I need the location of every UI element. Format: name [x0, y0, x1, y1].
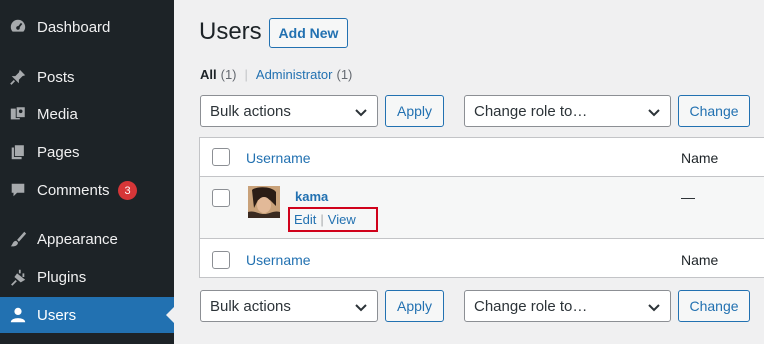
- bulk-actions-select-bottom[interactable]: Bulk actions: [200, 290, 378, 322]
- change-button-bottom[interactable]: Change: [678, 290, 750, 322]
- select-all-checkbox[interactable]: [212, 148, 230, 166]
- bulk-actions-select-top[interactable]: Bulk actions: [200, 95, 378, 127]
- sidebar-item-posts[interactable]: Posts: [0, 59, 174, 95]
- sidebar-item-label: Posts: [37, 68, 75, 86]
- sidebar-item-label: Comments: [37, 181, 110, 199]
- user-name-value: —: [681, 189, 695, 205]
- row-actions: Edit | View: [288, 207, 378, 232]
- comment-count-badge: 3: [118, 181, 137, 200]
- name-column-header: Name: [681, 150, 719, 166]
- bulk-actions-value: Bulk actions: [210, 102, 291, 120]
- row-actions-separator: |: [320, 212, 324, 227]
- dashboard-icon: [8, 17, 28, 37]
- page-title: Users: [199, 18, 262, 45]
- filter-administrator[interactable]: Administrator: [256, 67, 333, 82]
- bulk-actions-value: Bulk actions: [210, 297, 291, 315]
- sidebar-item-comments[interactable]: Comments 3: [0, 172, 174, 208]
- table-header: Username Name: [200, 138, 764, 177]
- sidebar-item-label: Users: [37, 306, 77, 324]
- change-role-value: Change role to…: [474, 297, 588, 315]
- username-column-footer[interactable]: Username: [246, 252, 311, 268]
- table-footer: Username Name: [200, 238, 764, 278]
- pin-icon: [8, 67, 28, 87]
- change-role-value: Change role to…: [474, 102, 588, 120]
- sidebar-item-label: Plugins: [37, 268, 87, 286]
- plugin-icon: [8, 267, 28, 287]
- sidebar-item-dashboard[interactable]: Dashboard: [0, 9, 174, 45]
- row-checkbox[interactable]: [212, 189, 230, 207]
- view-link[interactable]: View: [328, 212, 356, 227]
- brush-icon: [8, 229, 28, 249]
- sidebar-item-users[interactable]: Users: [0, 297, 174, 333]
- apply-button-top[interactable]: Apply: [385, 95, 444, 127]
- table-row: kama Edit | View —: [200, 177, 764, 238]
- sidebar-item-label: Pages: [37, 143, 80, 161]
- username-column-header[interactable]: Username: [246, 150, 311, 166]
- change-role-select-top[interactable]: Change role to…: [464, 95, 671, 127]
- avatar: [248, 186, 280, 218]
- sidebar-item-label: Media: [37, 105, 78, 123]
- chevron-down-icon: [648, 304, 660, 312]
- add-new-button[interactable]: Add New: [269, 18, 348, 48]
- change-button-top[interactable]: Change: [678, 95, 750, 127]
- select-all-checkbox-bottom[interactable]: [212, 251, 230, 269]
- media-icon: [8, 104, 28, 124]
- apply-button-bottom[interactable]: Apply: [385, 290, 444, 322]
- sidebar-item-label: Dashboard: [37, 18, 111, 36]
- sidebar-item-media[interactable]: Media: [0, 96, 174, 132]
- name-column-footer: Name: [681, 252, 719, 268]
- sidebar-item-label: Appearance: [37, 230, 118, 248]
- filter-all-count: (1): [220, 67, 237, 82]
- chevron-down-icon: [355, 304, 367, 312]
- user-login-link[interactable]: kama: [295, 189, 328, 204]
- chevron-down-icon: [355, 109, 367, 117]
- filter-all[interactable]: All: [200, 67, 217, 82]
- users-table: Username Name kama Edit | View — Usernam…: [199, 137, 764, 278]
- sidebar-item-pages[interactable]: Pages: [0, 134, 174, 170]
- sidebar-item-appearance[interactable]: Appearance: [0, 221, 174, 257]
- admin-sidebar: Dashboard Posts Media Pages Comments 3 A…: [0, 0, 174, 344]
- user-icon: [8, 305, 28, 325]
- chevron-down-icon: [648, 109, 660, 117]
- change-role-select-bottom[interactable]: Change role to…: [464, 290, 671, 322]
- pages-icon: [8, 142, 28, 162]
- filter-administrator-count: (1): [336, 67, 353, 82]
- filter-separator: |: [244, 67, 248, 82]
- sidebar-item-plugins[interactable]: Plugins: [0, 259, 174, 295]
- comment-icon: [8, 180, 28, 200]
- role-filters: All (1) | Administrator (1): [200, 67, 352, 82]
- edit-link[interactable]: Edit: [294, 212, 316, 227]
